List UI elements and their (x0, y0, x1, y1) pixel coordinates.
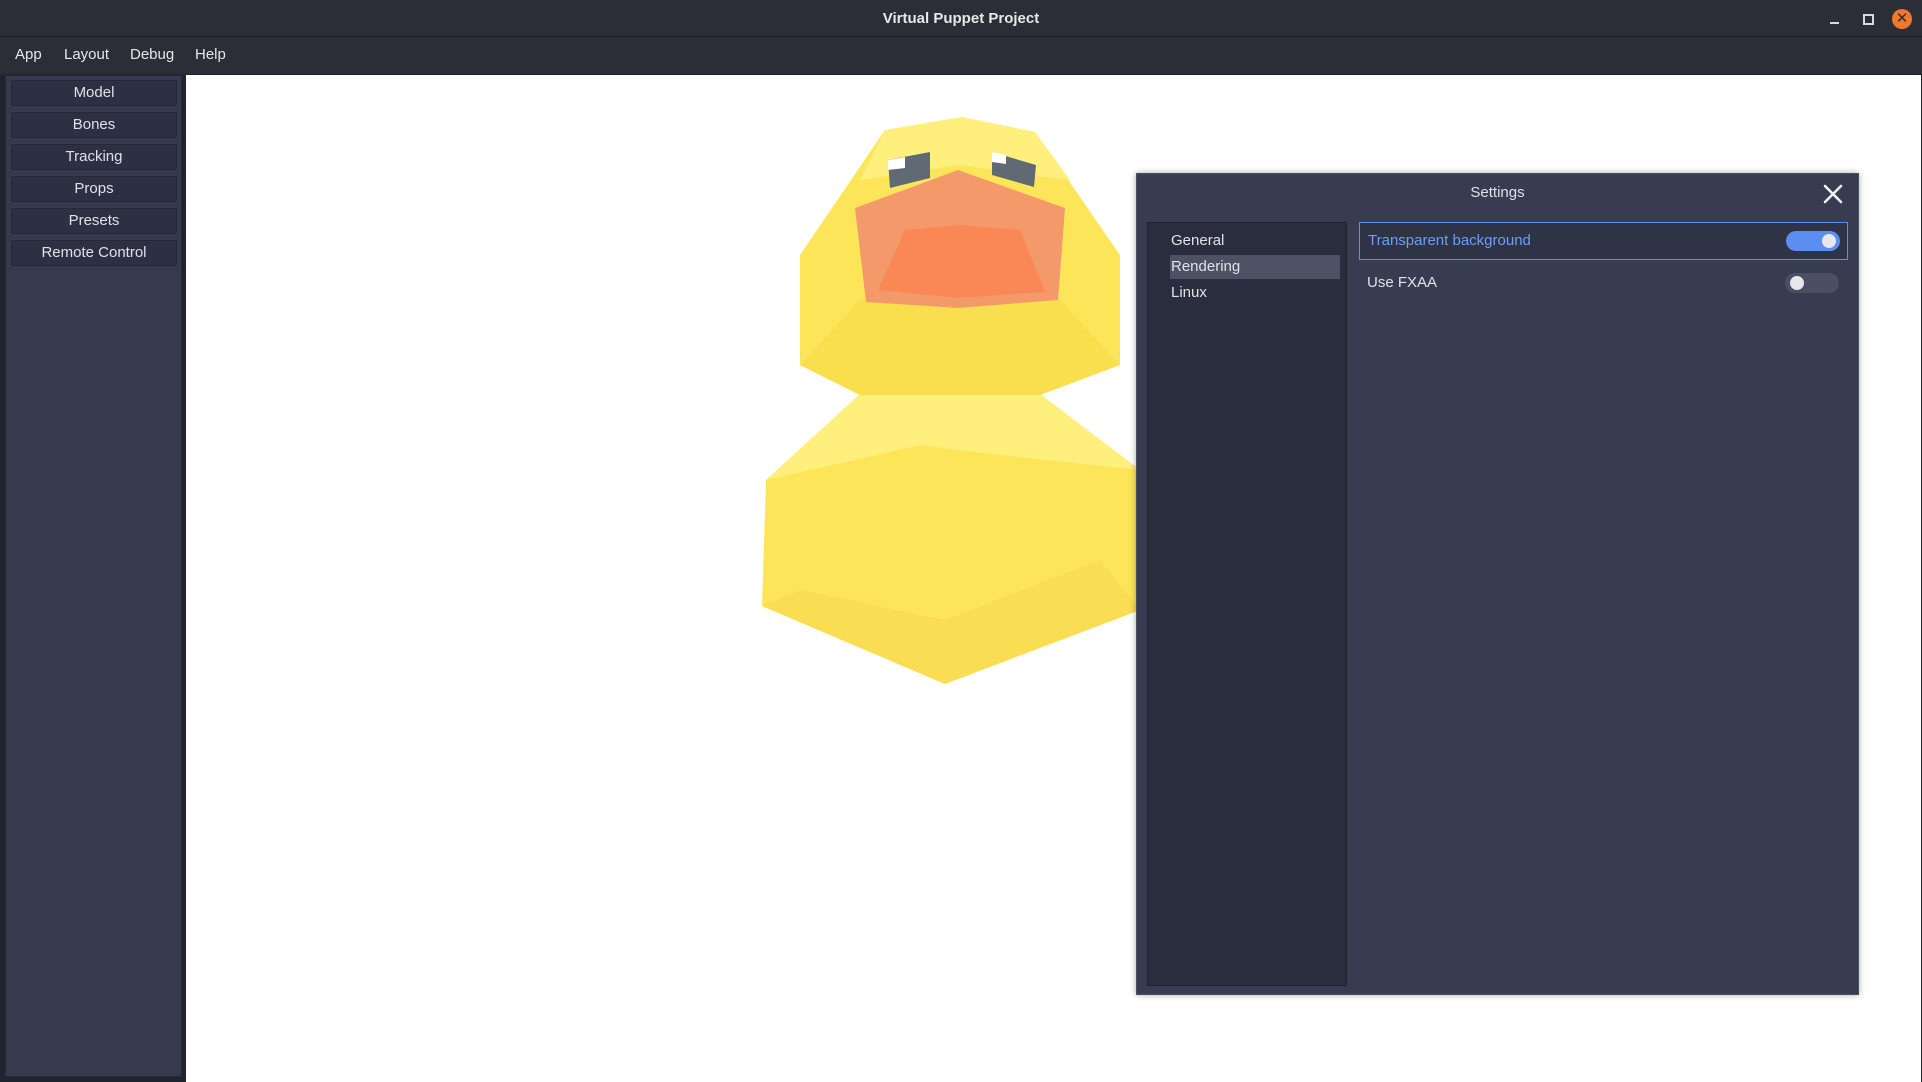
sidebar: Model Bones Tracking Props Presets Remot… (5, 75, 182, 1077)
close-icon[interactable] (1822, 183, 1844, 205)
minimize-icon[interactable] (1824, 9, 1844, 29)
sidebar-item-props[interactable]: Props (11, 176, 177, 202)
category-general[interactable]: General (1170, 229, 1340, 253)
option-label: Use FXAA (1367, 274, 1438, 291)
toggle-knob (1822, 234, 1836, 248)
option-transparent-background[interactable]: Transparent background (1359, 222, 1848, 260)
window-title: Virtual Puppet Project (882, 10, 1040, 27)
option-label: Transparent background (1368, 232, 1531, 249)
menu-layout[interactable]: Layout (64, 37, 109, 74)
close-window-icon[interactable]: ✕ (1892, 9, 1912, 29)
sidebar-item-tracking[interactable]: Tracking (11, 144, 177, 170)
use-fxaa-toggle[interactable] (1785, 273, 1839, 293)
menu-app[interactable]: App (15, 37, 42, 74)
settings-dialog: Settings General Rendering Linux Transpa… (1136, 173, 1859, 995)
sidebar-item-presets[interactable]: Presets (11, 208, 177, 234)
transparent-background-toggle[interactable] (1786, 231, 1840, 251)
title-bar: Virtual Puppet Project ✕ (0, 0, 1922, 37)
option-use-fxaa[interactable]: Use FXAA (1359, 265, 1848, 303)
menu-debug[interactable]: Debug (130, 37, 174, 74)
menu-help[interactable]: Help (195, 37, 226, 74)
menu-bar: App Layout Debug Help (0, 37, 1922, 74)
maximize-icon[interactable] (1858, 9, 1878, 29)
category-linux[interactable]: Linux (1170, 281, 1340, 305)
category-rendering[interactable]: Rendering (1170, 255, 1340, 279)
sidebar-item-remote-control[interactable]: Remote Control (11, 240, 177, 266)
sidebar-item-model[interactable]: Model (11, 80, 177, 106)
category-list: General Rendering Linux (1147, 222, 1347, 986)
sidebar-item-bones[interactable]: Bones (11, 112, 177, 138)
settings-title: Settings (1470, 184, 1525, 201)
toggle-knob (1790, 276, 1804, 290)
